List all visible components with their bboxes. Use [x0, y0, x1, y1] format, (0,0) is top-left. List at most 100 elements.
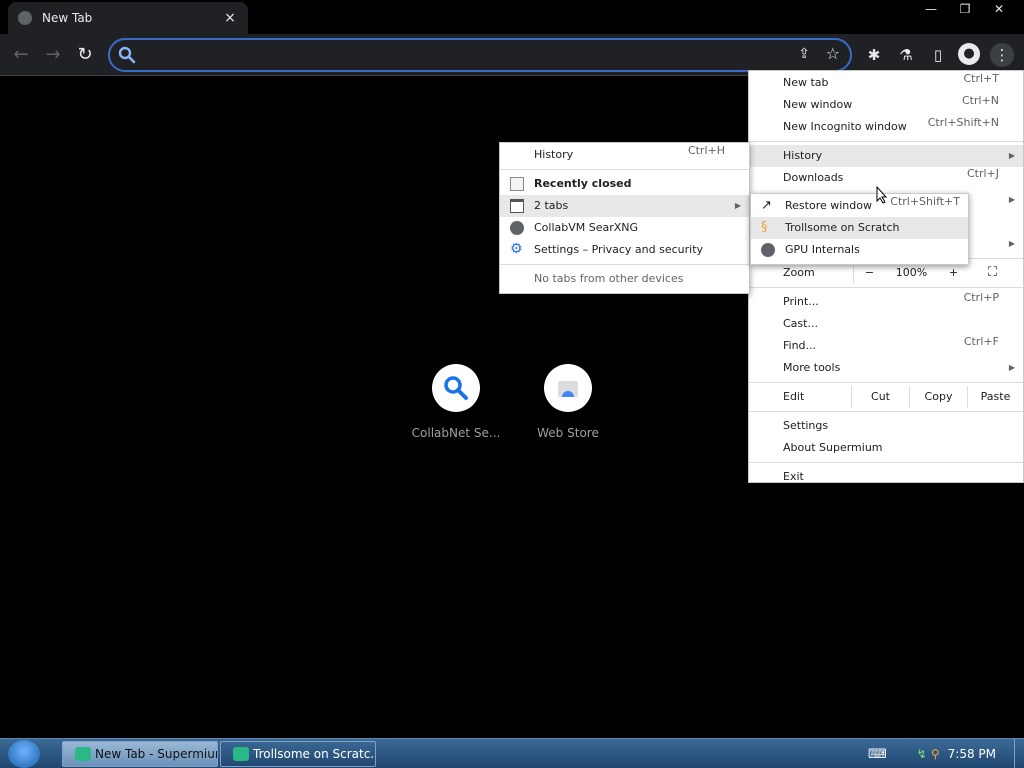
arrow-left-icon: ← — [13, 44, 29, 65]
labs-flask-icon[interactable]: ⚗ — [894, 43, 918, 67]
menu-item-label: No tabs from other devices — [534, 272, 684, 285]
globe-icon — [761, 243, 775, 257]
window-controls: — ❐ ✕ — [914, 0, 1016, 18]
history-item-history[interactable]: History Ctrl+H — [500, 144, 749, 166]
zoom-level: 100% — [895, 266, 928, 279]
menu-item-label: 2 tabs — [534, 199, 569, 212]
minimize-button[interactable]: — — [914, 0, 948, 18]
arrow-right-icon: → — [45, 44, 61, 65]
menu-item-label: Restore window — [785, 199, 872, 212]
web-store-icon — [558, 381, 578, 397]
taskbar-label: Trollsome on Scratc... — [253, 747, 376, 761]
history-item-settings[interactable]: ⚙ Settings – Privacy and security — [500, 239, 749, 261]
globe-icon — [18, 11, 32, 25]
menu-item-about[interactable]: About Supermium — [749, 437, 1023, 459]
start-button[interactable] — [8, 740, 40, 768]
app-menu: New tab Ctrl+T New window Ctrl+N New Incog… — [748, 70, 1024, 483]
cut-button[interactable]: Cut — [851, 386, 909, 408]
menu-item-settings[interactable]: Settings — [749, 415, 1023, 437]
shortcut-text: Ctrl+P — [963, 291, 999, 304]
side-panel-icon[interactable]: ▯ — [926, 43, 950, 67]
gpu-internals-item[interactable]: GPU Internals — [751, 239, 968, 261]
title-bar: New Tab × — ❐ ✕ — [0, 0, 1024, 34]
extensions-icon[interactable]: ✱ — [862, 43, 886, 67]
zoom-out-button[interactable]: − — [865, 262, 874, 284]
menu-item-print[interactable]: Print... Ctrl+P — [749, 291, 1023, 313]
menu-item-label: History — [783, 149, 823, 162]
gear-icon: ⚙ — [510, 241, 523, 257]
taskbar-button-supermium[interactable]: New Tab - Supermium — [62, 741, 218, 767]
menu-item-label: CollabVM SearXNG — [534, 221, 639, 234]
menu-item-label: New Incognito window — [783, 120, 907, 133]
keyboard-icon[interactable]: ⌨ — [868, 747, 887, 762]
history-item-collabvm[interactable]: CollabVM SearXNG — [500, 217, 749, 239]
shortcut-text: Ctrl+J — [966, 167, 999, 180]
history-item-2-tabs[interactable]: 2 tabs ▶ — [500, 195, 749, 217]
show-desktop-button[interactable] — [1014, 739, 1024, 768]
restore-window-item[interactable]: ↗ Restore window Ctrl+Shift+T — [751, 195, 968, 217]
zoom-label: Zoom — [783, 266, 815, 279]
no-tabs-note: No tabs from other devices — [500, 268, 749, 290]
menu-item-more-tools[interactable]: More tools ▶ — [749, 357, 1023, 379]
browser-tab[interactable]: New Tab × — [8, 2, 248, 34]
menu-separator — [749, 382, 1023, 383]
menu-item-find[interactable]: Find... Ctrl+F — [749, 335, 1023, 357]
menu-separator — [749, 141, 1023, 142]
shortcut-icon — [544, 364, 592, 412]
window-icon — [510, 199, 524, 213]
bookmark-star-icon[interactable]: ☆ — [826, 44, 840, 63]
trollsome-item[interactable]: § Trollsome on Scratch — [751, 217, 968, 239]
reload-button[interactable]: ↻ — [72, 42, 98, 68]
clock[interactable]: 7:58 PM — [948, 747, 996, 761]
menu-item-label: New tab — [783, 76, 829, 89]
paste-button[interactable]: Paste — [967, 386, 1023, 408]
menu-item-label: GPU Internals — [785, 243, 860, 256]
address-input[interactable] — [142, 44, 782, 66]
tab-icon — [510, 177, 524, 191]
menu-item-new-incognito[interactable]: New Incognito window Ctrl+Shift+N — [749, 116, 1023, 138]
taskbar-button-trollsome[interactable]: Trollsome on Scratc... — [220, 741, 376, 767]
more-vert-icon: ⋮ — [994, 46, 1010, 64]
shortcut-label: Web Store — [537, 426, 599, 440]
omnibox[interactable]: ⇪ ☆ — [108, 38, 852, 72]
back-button[interactable]: ← — [8, 42, 34, 68]
network-icon[interactable]: ↯ — [917, 747, 927, 761]
menu-item-label: Cast... — [783, 317, 818, 330]
zoom-controls: − 100% + — [853, 262, 969, 284]
shortcut-text: Ctrl+T — [963, 72, 999, 85]
menu-separator — [500, 169, 749, 170]
submenu-arrow-icon: ▶ — [734, 201, 741, 210]
submenu-arrow-icon: ▶ — [1008, 195, 1015, 204]
shortcut-tile[interactable]: CollabNet Se... — [406, 364, 506, 440]
tab-close-button[interactable]: × — [222, 10, 238, 26]
search-icon — [444, 376, 468, 400]
menu-item-label: About Supermium — [783, 441, 883, 454]
share-icon[interactable]: ⇪ — [798, 46, 810, 62]
menu-separator — [500, 264, 749, 265]
menu-separator — [749, 411, 1023, 412]
menu-button[interactable]: ⋮ — [990, 43, 1014, 67]
search-tray-icon[interactable]: ⚲ — [931, 747, 940, 761]
forward-button[interactable]: → — [40, 42, 66, 68]
zoom-in-button[interactable]: + — [949, 262, 958, 284]
fullscreen-icon[interactable]: ⛶ — [988, 262, 997, 284]
shortcut-tile[interactable]: Web Store — [518, 364, 618, 440]
shortcut-text: Ctrl+Shift+N — [927, 116, 999, 129]
menu-item-label: Exit — [783, 470, 804, 483]
globe-icon — [510, 221, 524, 235]
menu-separator — [749, 462, 1023, 463]
profile-button[interactable]: ● — [958, 43, 982, 67]
submenu-arrow-icon: ▶ — [1008, 151, 1015, 160]
menu-item-label: Recently closed — [534, 177, 632, 190]
submenu-arrow-icon: ▶ — [1008, 363, 1015, 372]
supermium-icon — [75, 747, 91, 761]
edit-row: Edit Cut Copy Paste — [749, 386, 1023, 408]
menu-item-exit[interactable]: Exit — [749, 466, 1023, 488]
submenu-arrow-icon: ▶ — [1008, 239, 1015, 248]
history-submenu: History Ctrl+H Recently closed 2 tabs ▶ C… — [499, 142, 750, 294]
copy-button[interactable]: Copy — [909, 386, 967, 408]
restore-button[interactable]: ❐ — [948, 0, 982, 18]
scratch-icon: § — [761, 220, 768, 235]
shortcut-text: Ctrl+N — [961, 94, 999, 107]
close-window-button[interactable]: ✕ — [982, 0, 1016, 18]
